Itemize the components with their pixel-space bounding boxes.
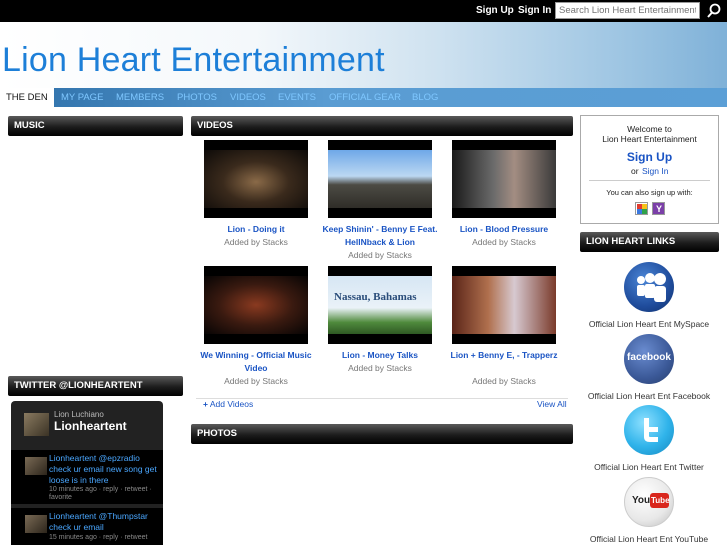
tweet-item: Lionheartent @epzradio check ur email ne… [11,450,163,504]
welcome-also: You can also sign up with: [606,188,693,197]
welcome-line1: Welcome to [627,124,672,134]
nav-members[interactable]: MEMBERS [116,92,164,103]
link-label-facebook[interactable]: Official Lion Heart Ent Facebook [582,391,716,401]
welcome-line2: Lion Heart Entertainment [602,134,697,144]
top-signin-link[interactable]: Sign In [518,5,551,16]
video-title-link[interactable]: Keep Shinin' - Benny E Feat. HellNback &… [315,223,445,248]
twitter-icon[interactable] [624,405,674,455]
nav-events[interactable]: EVENTS [278,92,316,103]
google-signin-icon[interactable] [635,202,648,215]
link-label-twitter[interactable]: Official Lion Heart Ent Twitter [582,462,716,472]
youtube-icon-text-tube: Tube [650,493,670,508]
video-added-by: Added by Stacks [348,363,412,373]
nav-photos[interactable]: PHOTOS [177,92,217,103]
tweet-text[interactable]: Lionheartent @Thumpstar check ur email [49,511,161,533]
video-thumbnail[interactable] [204,266,308,344]
tweet-avatar[interactable] [25,515,47,533]
video-thumbnail[interactable] [204,140,308,218]
video-thumbnail[interactable] [452,140,556,218]
video-thumbnail[interactable] [452,266,556,344]
videos-header: VIDEOS [191,116,573,136]
youtube-icon[interactable]: You Tube [624,477,674,527]
video-thumbnail[interactable]: Nassau, Bahamas [328,266,432,344]
video-title-link[interactable]: We Winning - Official Music Video [191,349,321,374]
welcome-signup-link[interactable]: Sign Up [581,150,718,164]
welcome-box: Welcome to Lion Heart Entertainment Sign… [580,115,719,224]
twitter-header: TWITTER @LIONHEARTENT [8,376,183,396]
yahoo-signin-icon[interactable]: Y [652,202,665,215]
welcome-signin-link[interactable]: Sign In [642,166,668,176]
nav-the-den[interactable]: THE DEN [0,88,54,107]
video-thumbnail[interactable] [328,140,432,218]
photos-header: PHOTOS [191,424,573,444]
link-label-myspace[interactable]: Official Lion Heart Ent MySpace [582,319,716,329]
main-nav: THE DEN MY PAGE MEMBERS PHOTOS VIDEOS EV… [0,88,727,107]
video-added-by: Added by Stacks [348,250,412,260]
nav-videos[interactable]: VIDEOS [230,92,266,103]
tweet-avatar[interactable] [25,457,47,475]
video-title-link[interactable]: Lion - Doing it [191,223,321,236]
search-input[interactable] [555,2,700,19]
plus-icon: + [203,399,208,409]
tweet-text[interactable]: Lionheartent @epzradio check ur email ne… [49,453,161,486]
tweet-meta[interactable]: 15 minutes ago · reply · retweet [49,534,161,542]
twitter-profile-name: Lion Luchiano [54,410,104,419]
view-all-videos-link[interactable]: View All [537,399,567,409]
search-icon[interactable] [703,2,725,20]
welcome-divider [589,180,710,181]
twitter-profile-handle[interactable]: Lionheartent [54,419,127,433]
site-title[interactable]: Lion Heart Entertainment [2,41,385,80]
nav-blog[interactable]: BLOG [412,92,438,103]
site-header: Lion Heart Entertainment [0,22,727,88]
video-title-link[interactable]: Lion - Money Talks [315,349,445,362]
video-added-by: Added by Stacks [472,237,536,247]
twitter-avatar[interactable] [24,413,49,436]
facebook-icon-text: facebook [627,352,671,363]
top-bar: Sign Up Sign In [0,0,727,22]
video-title-link[interactable]: Lion + Benny E, - Trapperz [439,349,569,362]
add-videos-label: Add Videos [209,399,254,409]
video-thumbnail-caption: Nassau, Bahamas [334,291,417,303]
tweet-meta[interactable]: 10 minutes ago · reply · retweet · favor… [49,486,161,502]
tweet-item: Lionheartent @Thumpstar check ur email 1… [11,508,163,545]
links-header: LION HEART LINKS [580,232,719,252]
music-header: MUSIC [8,116,183,136]
video-title-link[interactable]: Lion - Blood Pressure [439,223,569,236]
video-added-by: Added by Stacks [224,237,288,247]
link-label-youtube[interactable]: Official Lion Heart Ent YouTube [582,534,716,544]
myspace-icon[interactable] [624,262,674,312]
youtube-icon-text-you: You [632,495,651,506]
video-added-by: Added by Stacks [472,376,536,386]
nav-official-gear[interactable]: OFFICIAL GEAR [329,92,401,103]
facebook-icon[interactable]: facebook [624,334,674,384]
top-signup-link[interactable]: Sign Up [476,5,514,16]
welcome-or: or [631,166,639,176]
video-added-by: Added by Stacks [224,376,288,386]
add-videos-link[interactable]: + Add Videos [203,399,253,409]
nav-my-page[interactable]: MY PAGE [61,92,103,103]
